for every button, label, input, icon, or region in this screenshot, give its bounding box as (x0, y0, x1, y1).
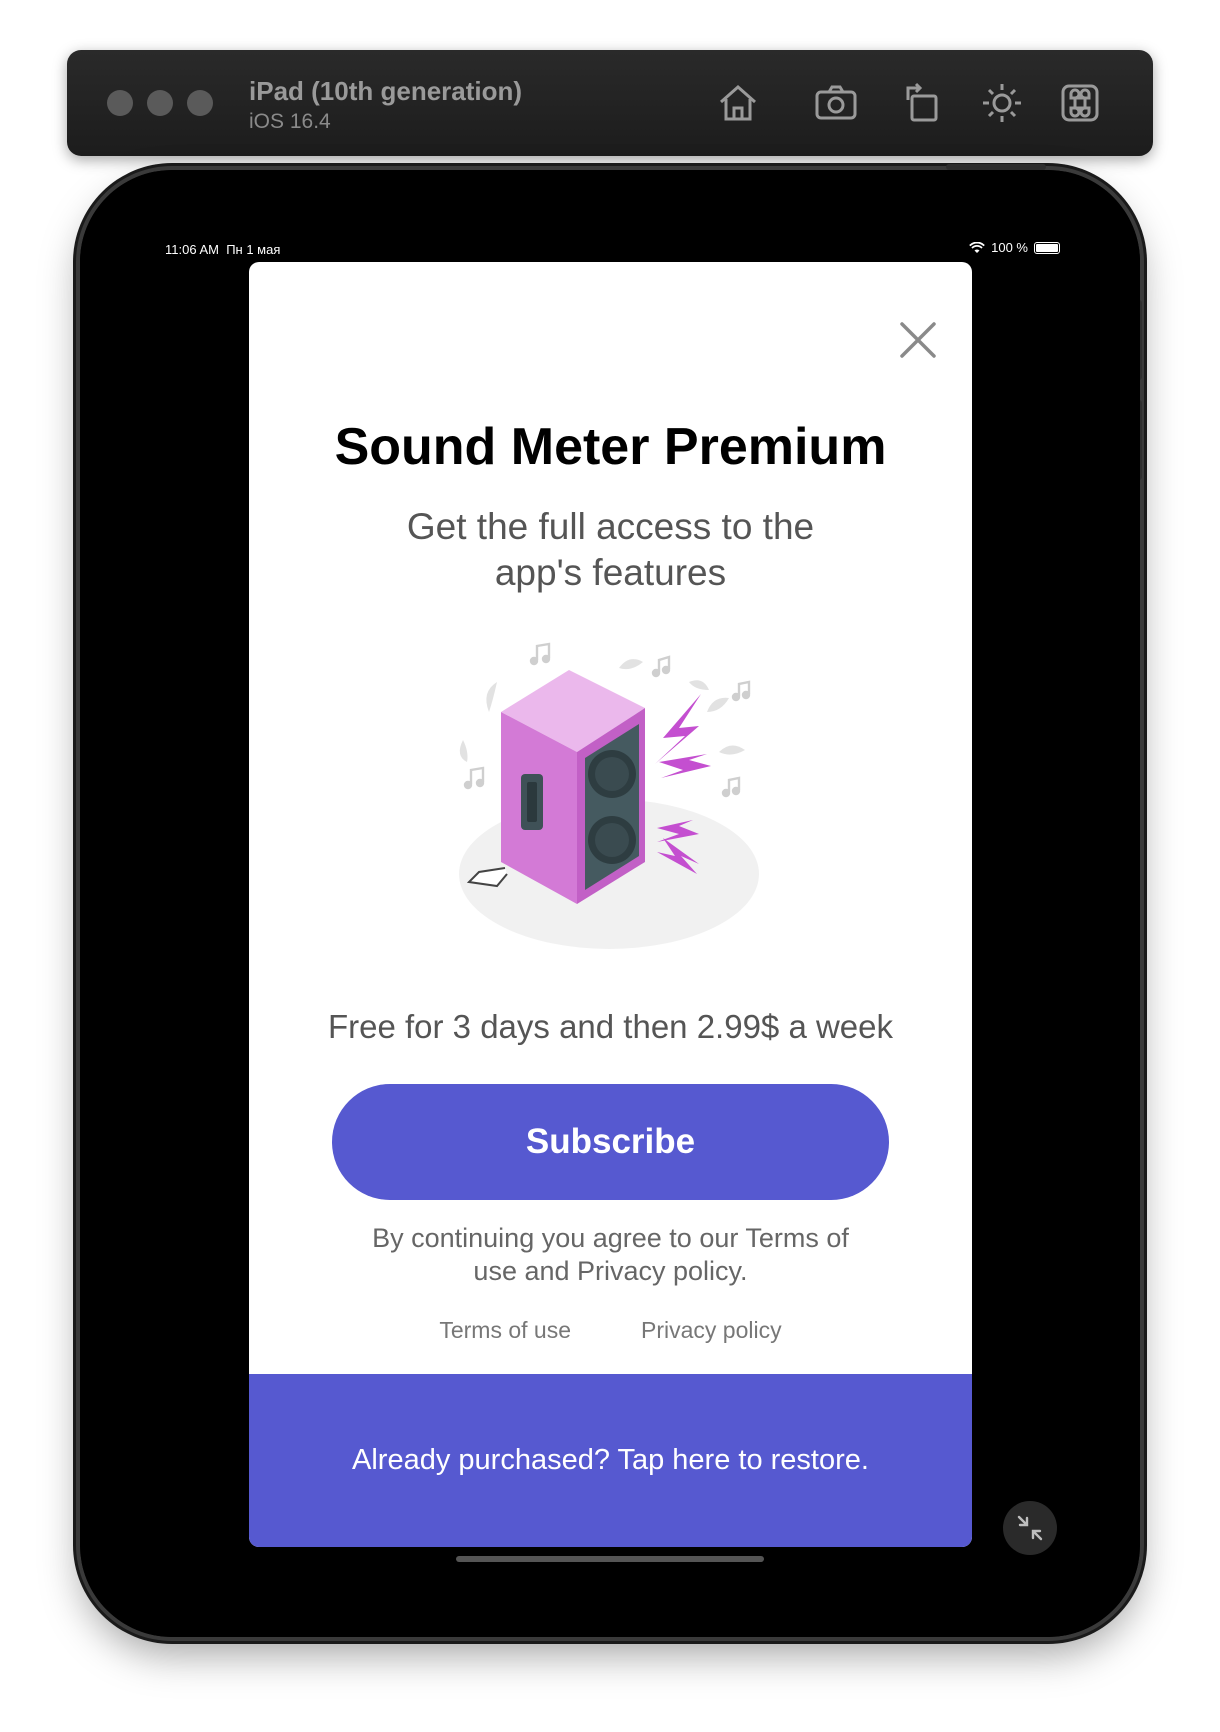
restore-purchase-button[interactable]: Already purchased? Tap here to restore. (249, 1374, 972, 1547)
price-text: Free for 3 days and then 2.99$ a week (327, 1008, 894, 1045)
battery-percent: 100 % (991, 240, 1028, 255)
paywall-sheet: Sound Meter Premium Get the full access … (249, 262, 972, 1547)
simulator-toolbar: iPad (10th generation) iOS 16.4 (67, 50, 1153, 156)
status-time: 11:06 AM Пн 1 мая (165, 242, 280, 257)
legal-text: By continuing you agree to our Terms of … (372, 1223, 849, 1286)
close-button[interactable] (898, 320, 938, 360)
appearance-button[interactable] (979, 80, 1025, 126)
minimize-window-button[interactable] (147, 90, 173, 116)
rotate-icon (906, 82, 938, 122)
status-date-text: Пн 1 мая (226, 242, 281, 257)
paywall-title: Sound Meter Premium (334, 418, 887, 476)
exit-fullscreen-button[interactable] (1003, 1501, 1057, 1555)
device-screen: 11:06 AM Пн 1 мая 100 % Sound Meter Prem… (80, 170, 1140, 1637)
command-icon (1061, 84, 1099, 122)
privacy-policy-link[interactable]: Privacy policy (641, 1317, 782, 1344)
ipad-device-frame: 11:06 AM Пн 1 мая 100 % Sound Meter Prem… (80, 164, 1142, 1637)
restore-label: Already purchased? Tap here to restore. (352, 1444, 869, 1476)
home-button[interactable] (715, 80, 761, 126)
rotate-button[interactable] (900, 80, 946, 126)
status-indicators: 100 % (969, 240, 1060, 255)
command-button[interactable] (1057, 80, 1103, 126)
screenshot-icon (815, 85, 857, 120)
status-time-text: 11:06 AM (165, 242, 219, 257)
screenshot-button[interactable] (813, 80, 859, 126)
device-name: iPad (10th generation) (249, 76, 523, 106)
wifi-icon (969, 241, 985, 253)
close-icon (900, 322, 936, 358)
subscribe-button[interactable]: Subscribe (332, 1084, 889, 1200)
appearance-icon (983, 84, 1021, 122)
os-version: iOS 16.4 (249, 110, 331, 133)
battery-icon (1034, 241, 1060, 254)
zoom-window-button[interactable] (187, 90, 213, 116)
collapse-arrows-icon (1017, 1515, 1043, 1541)
close-window-button[interactable] (107, 90, 133, 116)
home-indicator[interactable] (456, 1556, 764, 1562)
paywall-subtitle: Get the full access to the app's feature… (406, 506, 815, 593)
home-icon (720, 84, 756, 121)
speaker-illustration (459, 642, 759, 949)
terms-of-use-link[interactable]: Terms of use (439, 1317, 571, 1344)
legal-links: Terms of use Privacy policy (249, 1317, 972, 1344)
